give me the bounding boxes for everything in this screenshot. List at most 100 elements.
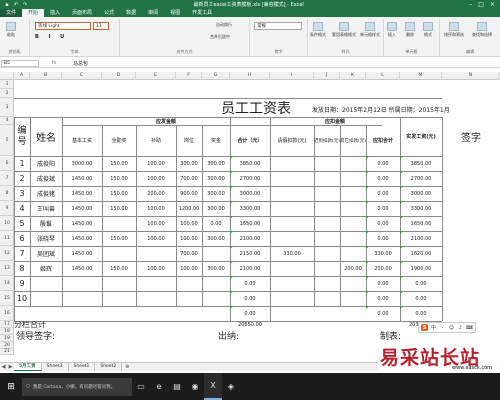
file-explorer-icon[interactable]: ▤: [168, 373, 186, 400]
cell-sub[interactable]: 100.00: [136, 261, 176, 276]
row-header[interactable]: 19: [0, 335, 14, 342]
cell-bonus[interactable]: 300.00: [202, 261, 230, 276]
cell-name[interactable]: 王叫兽: [30, 201, 62, 216]
header-net-pay[interactable]: 实发工资(元): [400, 117, 442, 156]
row-header[interactable]: 1: [0, 80, 14, 89]
cell-bonus[interactable]: [202, 306, 230, 321]
cell-name[interactable]: 殷鬟: [30, 216, 62, 231]
format-button[interactable]: 格式: [423, 22, 433, 38]
cell-total[interactable]: 3300.00: [230, 201, 270, 216]
tab-review[interactable]: 审阅: [142, 9, 164, 17]
cell-late[interactable]: [314, 156, 340, 171]
sheet-tab[interactable]: 5月工资: [14, 363, 42, 371]
cell-other[interactable]: [340, 231, 366, 246]
col-header[interactable]: K: [340, 72, 366, 80]
cell-late[interactable]: [314, 261, 340, 276]
cell-sub[interactable]: 100.00: [136, 171, 176, 186]
col-header[interactable]: H: [230, 72, 270, 80]
subheader-base[interactable]: 基本工资: [62, 125, 102, 156]
sheet-tab[interactable]: Sheet1: [69, 363, 96, 371]
cell-sub[interactable]: [136, 276, 176, 291]
subheader-other[interactable]: 其它扣款(元): [340, 125, 366, 156]
header-name[interactable]: 姓名: [30, 117, 62, 156]
col-header[interactable]: M: [400, 72, 442, 80]
subheader-bonus[interactable]: 奖金: [202, 125, 230, 156]
cell-attend[interactable]: 150.00: [102, 201, 136, 216]
cashier-label[interactable]: 出纳:: [218, 328, 278, 342]
cell-deduct[interactable]: 0.00: [366, 291, 400, 306]
cell-base[interactable]: 1450.00: [62, 201, 102, 216]
windows-start-icon[interactable]: ⊞: [0, 373, 22, 400]
ime-emoji-icon[interactable]: ☺: [448, 324, 455, 331]
cell-late[interactable]: [314, 171, 340, 186]
cell-other[interactable]: [340, 216, 366, 231]
cell-deduct[interactable]: 330.00: [366, 246, 400, 261]
tab-developer[interactable]: 开发工具: [186, 9, 218, 17]
col-header[interactable]: N: [442, 72, 500, 80]
tab-home[interactable]: 开始: [22, 9, 45, 17]
conditional-format-button[interactable]: 条件格式: [310, 22, 326, 38]
cell-base[interactable]: 3000.00: [62, 156, 102, 171]
cell-total[interactable]: 2100.00: [230, 261, 270, 276]
subheader-total[interactable]: 合计（元）: [230, 125, 270, 156]
col-header[interactable]: I: [270, 72, 314, 80]
cell-no[interactable]: 3: [14, 186, 30, 201]
cell-bonus[interactable]: [202, 246, 230, 261]
cell-net[interactable]: 0.00: [400, 306, 442, 321]
cell-base[interactable]: 1450.00: [62, 171, 102, 186]
cell-name[interactable]: 吴团斌: [30, 246, 62, 261]
cell-deduct[interactable]: 0.00: [366, 276, 400, 291]
cell-deduct[interactable]: 0.00: [366, 306, 400, 321]
cell-post[interactable]: 1200.00: [176, 201, 202, 216]
cell-post[interactable]: 700.00: [176, 246, 202, 261]
app-icon[interactable]: ◉: [186, 373, 204, 400]
cell-late[interactable]: [314, 201, 340, 216]
cell-no[interactable]: [14, 306, 30, 321]
cell-total[interactable]: 3850.00: [230, 156, 270, 171]
cell-sub[interactable]: 100.00: [136, 201, 176, 216]
save-icon[interactable]: ▪: [4, 2, 10, 8]
subheader-post[interactable]: 岗位: [176, 125, 202, 156]
ime-punct-icon[interactable]: ·: [439, 324, 446, 331]
cell-net[interactable]: 2700.00: [400, 171, 442, 186]
cell-leave[interactable]: [270, 216, 314, 231]
row-header[interactable]: 21: [0, 349, 14, 355]
cell-attend[interactable]: [102, 291, 136, 306]
tab-insert[interactable]: 插入: [44, 9, 66, 17]
cell-bonus[interactable]: 300.00: [202, 186, 230, 201]
cell-name[interactable]: [30, 306, 62, 321]
cell-base[interactable]: 1450.00: [62, 261, 102, 276]
row-header[interactable]: 12: [0, 246, 14, 261]
sheet-tab[interactable]: Sheet2: [95, 363, 123, 371]
col-header[interactable]: A: [14, 72, 30, 80]
cell-attend[interactable]: 150.00: [102, 156, 136, 171]
cell-styles-button[interactable]: 单元格样式: [360, 22, 380, 38]
cell-deduct[interactable]: 0.00: [366, 216, 400, 231]
cell-late[interactable]: [314, 306, 340, 321]
tab-file[interactable]: 文件: [0, 9, 23, 17]
row-header[interactable]: 18: [0, 328, 14, 335]
undo-icon[interactable]: ↶: [13, 2, 19, 8]
cell-late[interactable]: [314, 186, 340, 201]
cell-leave[interactable]: [270, 291, 314, 306]
cell-post[interactable]: [176, 291, 202, 306]
cell-net[interactable]: 3850.00: [400, 156, 442, 171]
cell-net[interactable]: 0.00: [400, 276, 442, 291]
col-header[interactable]: C: [62, 72, 102, 80]
cell-base[interactable]: [62, 291, 102, 306]
cell-bonus[interactable]: [202, 291, 230, 306]
cell-base[interactable]: 1450.00: [62, 246, 102, 261]
subheader-late[interactable]: 迟到扣款(元): [314, 125, 340, 156]
find-select-button[interactable]: 查找和选择: [472, 22, 492, 38]
cell-sub[interactable]: 100.00: [136, 231, 176, 246]
cell-base[interactable]: 1450.00: [62, 186, 102, 201]
cell-net[interactable]: 2100.00: [400, 231, 442, 246]
row-header[interactable]: 4: [0, 117, 14, 125]
header-number[interactable]: 编号: [14, 117, 30, 156]
cell-deduct[interactable]: 200.00: [366, 261, 400, 276]
pay-dates[interactable]: 发放日期：2015年2月12日 所属日期：2015年1月: [312, 102, 498, 116]
ime-toolbar[interactable]: S 中 · ☺ ♪ ⌨: [418, 322, 476, 333]
cell-total[interactable]: 3000.00: [230, 186, 270, 201]
row-header[interactable]: 11: [0, 231, 14, 246]
font-size-dropdown[interactable]: 11: [93, 22, 109, 30]
